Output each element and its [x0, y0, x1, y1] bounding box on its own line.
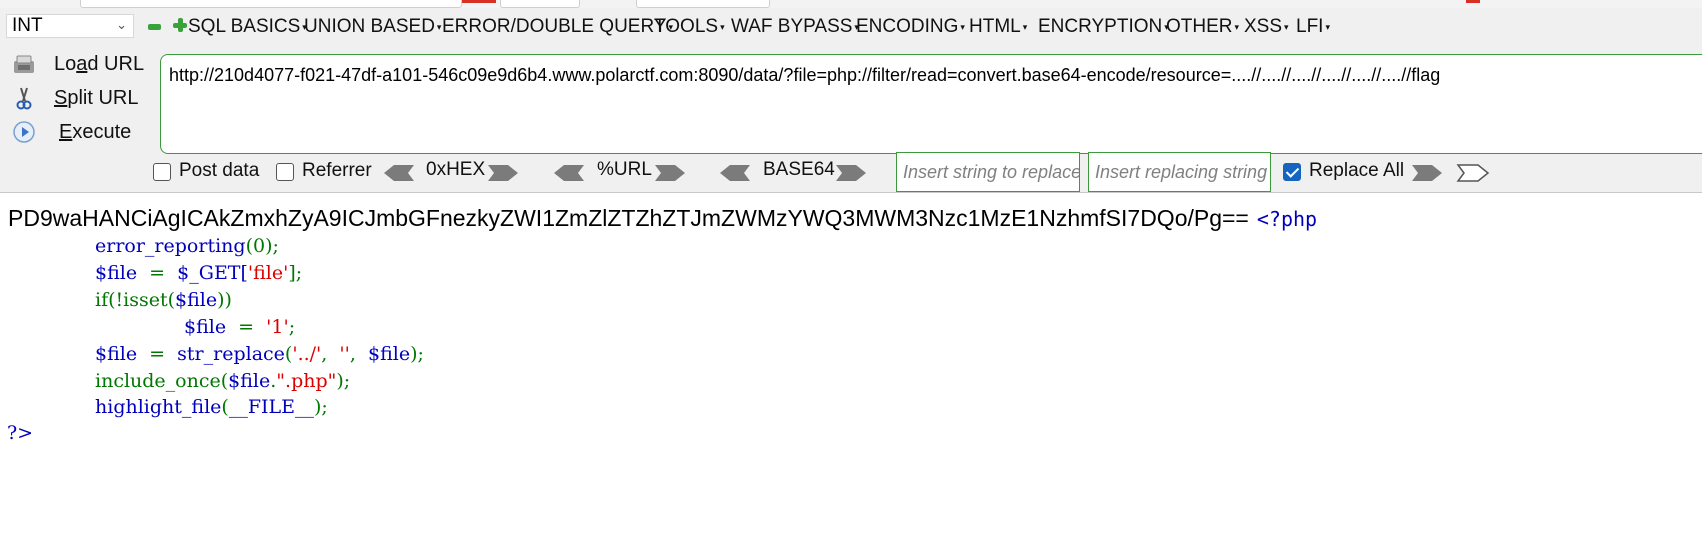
- caret-down-icon: ▾: [1022, 22, 1028, 32]
- url-decode-arrow-icon[interactable]: [552, 163, 586, 183]
- menu-tools[interactable]: TOOLS ▾: [654, 16, 725, 38]
- replace-arrow-icon[interactable]: [1410, 163, 1444, 183]
- code-line-6: include_once($file.".php");: [95, 370, 351, 392]
- code-line-2: $file = $_GET['file'];: [95, 262, 303, 284]
- hex-label: 0xHEX: [426, 159, 486, 180]
- menu-label: LFI: [1296, 16, 1324, 38]
- menu-html[interactable]: HTML ▾: [969, 16, 1027, 38]
- post-data-label: Post data: [179, 160, 260, 181]
- load-url-icon: [14, 55, 34, 73]
- menu-label: SQL BASICS: [188, 16, 301, 38]
- injection-type-value: INT: [12, 15, 43, 36]
- address-bar-fragment: [80, 0, 462, 8]
- menu-label: ENCRYPTION: [1038, 16, 1163, 38]
- menu-lfi[interactable]: LFI ▾: [1296, 16, 1330, 38]
- menu-xss[interactable]: XSS ▾: [1244, 16, 1289, 38]
- base64-text: PD9waHANCiAgICAkZmxhZyA9ICJmbGFnezkyZWI1…: [8, 205, 1249, 231]
- menu-other[interactable]: OTHER ▾: [1166, 16, 1239, 38]
- caret-down-icon: ▾: [720, 22, 725, 32]
- menu-waf-bypass[interactable]: WAF BYPASS ▾: [731, 16, 859, 38]
- menu-sql-basics[interactable]: SQL BASICS ▾: [188, 16, 307, 38]
- post-data-checkbox[interactable]: [153, 163, 171, 181]
- execute-button[interactable]: Execute: [6, 116, 146, 148]
- hex-encode-arrow-icon[interactable]: [486, 163, 520, 183]
- minus-icon[interactable]: [148, 24, 161, 30]
- menu-label: XSS: [1244, 16, 1283, 38]
- referrer-label: Referrer: [302, 160, 372, 181]
- caret-down-icon: ▾: [1325, 22, 1330, 32]
- url-textarea[interactable]: http://210d4077-f021-47df-a101-546c09e9d…: [160, 54, 1702, 154]
- menu-label: ENCODING: [856, 16, 959, 38]
- replace-from-input[interactable]: Insert string to replace: [896, 152, 1080, 192]
- url-value: http://210d4077-f021-47df-a101-546c09e9d…: [169, 65, 1441, 85]
- hackbar-panel: INT ⌄ SQL BASICS ▾ UNION BASED ▾ ERROR/DOU…: [0, 8, 1702, 193]
- caret-down-icon: ▾: [1234, 22, 1240, 32]
- red-indicator-2: [1466, 0, 1480, 3]
- caret-down-icon: ▾: [960, 22, 965, 32]
- load-url-button[interactable]: Load URL: [6, 48, 146, 80]
- browser-toolbar-fragment: [0, 0, 1702, 8]
- code-line-3: if(!isset($file)): [95, 289, 232, 311]
- base64-output: PD9waHANCiAgICAkZmxhZyA9ICJmbGFnezkyZWI1…: [8, 205, 1317, 232]
- menu-union-based[interactable]: UNION BASED ▾: [304, 16, 441, 38]
- caret-down-icon: ▾: [436, 22, 442, 32]
- base64-encode-arrow-icon[interactable]: [834, 163, 868, 183]
- menu-label: TOOLS: [654, 16, 719, 38]
- hex-decode-arrow-icon[interactable]: [382, 163, 416, 183]
- menu-label: WAF BYPASS: [731, 16, 853, 38]
- plus-icon[interactable]: [173, 18, 187, 32]
- base64-label: BASE64: [763, 159, 835, 180]
- code-line-5: $file = str_replace('../', '', $file);: [95, 343, 424, 365]
- replace-apply-arrow-icon[interactable]: [1456, 163, 1490, 183]
- menu-label: HTML: [969, 16, 1021, 38]
- menu-error-double-query[interactable]: ERROR/DOUBLE QUERY ▾: [442, 16, 673, 38]
- referrer-checkbox[interactable]: [276, 163, 294, 181]
- url-encode-label: %URL: [597, 159, 652, 180]
- replace-all-label: Replace All: [1309, 160, 1405, 181]
- menu-label: UNION BASED: [304, 16, 435, 38]
- base64-decode-arrow-icon[interactable]: [718, 163, 752, 183]
- injection-type-select[interactable]: INT ⌄: [6, 14, 134, 38]
- url-encode-arrow-icon[interactable]: [653, 163, 687, 183]
- menu-encryption[interactable]: ENCRYPTION ▾: [1038, 16, 1169, 38]
- php-close-tag: ?>: [7, 422, 34, 444]
- split-url-button[interactable]: Split URL: [6, 82, 146, 114]
- execute-label: Execute: [59, 121, 132, 143]
- replace-all-checkbox[interactable]: [1283, 163, 1301, 181]
- menu-label: OTHER: [1166, 16, 1233, 38]
- code-line-4: $file = '1';: [184, 316, 296, 338]
- hackbar-menu-row: INT ⌄ SQL BASICS ▾ UNION BASED ▾ ERROR/DOU…: [0, 8, 1702, 44]
- scissors-icon: [16, 87, 32, 110]
- replace-to-input[interactable]: Insert replacing string: [1088, 152, 1271, 192]
- split-url-label: Split URL: [54, 87, 139, 109]
- chevron-down-icon: ⌄: [116, 17, 127, 32]
- menu-label: ERROR/DOUBLE QUERY: [442, 16, 667, 38]
- php-open-tag: <?php: [1256, 207, 1318, 231]
- search-fragment: [636, 0, 770, 8]
- red-indicator: [462, 0, 496, 3]
- caret-down-icon: ▾: [1284, 22, 1289, 32]
- menu-encoding[interactable]: ENCODING ▾: [856, 16, 965, 38]
- code-line-7: highlight_file(__FILE__);: [95, 396, 328, 418]
- play-icon: [13, 121, 35, 143]
- code-line-1: error_reporting(0);: [95, 235, 279, 257]
- load-url-label: Load URL: [54, 53, 145, 75]
- toolbar-fragment: [500, 0, 580, 8]
